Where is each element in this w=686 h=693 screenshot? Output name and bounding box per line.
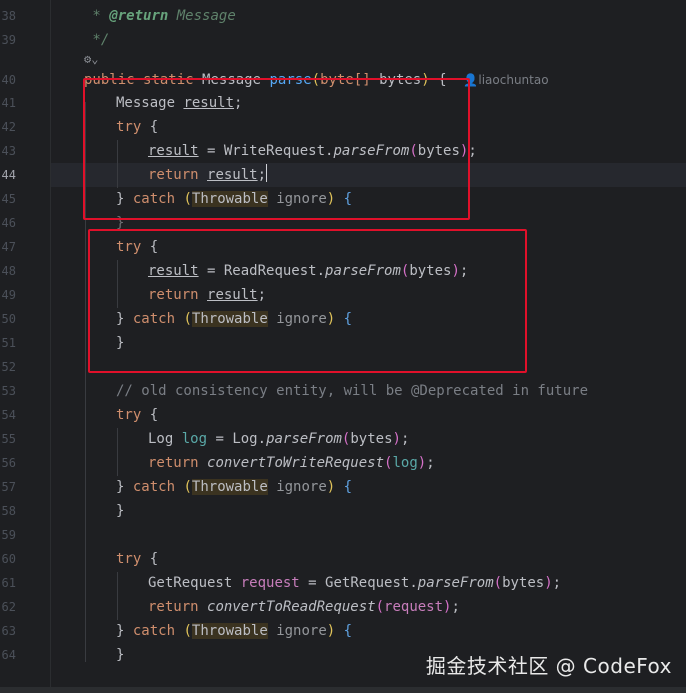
line-number: 53 [1,384,16,398]
code-line-62: return convertToReadRequest(request); [148,599,460,615]
line-number: 59 [1,528,16,542]
line-number: 49 [1,288,16,302]
code-line-57: } catch (Throwable ignore) { [116,479,353,495]
line-number: 45 [1,192,16,206]
line-number-current: 44 [1,168,16,182]
code-line-63: } catch (Throwable ignore) { [116,623,353,639]
annotation-box-second-try [88,229,527,373]
line-number: 62 [1,600,16,614]
line-number: 64 [1,648,16,662]
line-number-gutter: 38 39 40 41 42 43 44 45 46 47 48 49 50 5… [0,0,51,693]
code-line-55: Log log = Log.parseFrom(bytes); [148,431,410,447]
indent-guide [117,428,118,476]
indent-guide [117,572,118,620]
line-number: 60 [1,552,16,566]
code-line-64: } [116,647,125,663]
watermark: 掘金技术社区 @ CodeFox [425,654,672,678]
code-line-58: } [116,503,125,519]
line-number: 47 [1,240,16,254]
line-number: 52 [1,360,16,374]
line-number: 58 [1,504,16,518]
line-number: 40 [1,73,16,87]
code-line-53: // old consistency entity, will be @Depr… [116,383,589,399]
line-number: 54 [1,408,16,422]
line-number: 39 [1,33,16,47]
line-number: 55 [1,432,16,446]
line-number: 38 [1,9,16,23]
line-number: 48 [1,264,16,278]
line-number: 43 [1,144,16,158]
line-number: 57 [1,480,16,494]
code-author[interactable]: liaochuntao [478,73,548,87]
line-number: 63 [1,624,16,638]
horizontal-scrollbar[interactable] [0,687,686,693]
line-number: 42 [1,120,16,134]
line-number: 51 [1,336,16,350]
annotation-box-first-try [83,78,470,220]
code-line-56: return convertToWriteRequest(log); [148,455,435,471]
line-number: 50 [1,312,16,326]
code-line-38: * @return Message [84,8,236,24]
code-line-61: GetRequest request = GetRequest.parseFro… [148,575,562,591]
code-line-60: try { [116,551,159,567]
line-number: 46 [1,216,16,230]
code-line-54: try { [116,407,159,423]
line-number: 61 [1,576,16,590]
line-number: 41 [1,96,16,110]
line-number: 56 [1,456,16,470]
